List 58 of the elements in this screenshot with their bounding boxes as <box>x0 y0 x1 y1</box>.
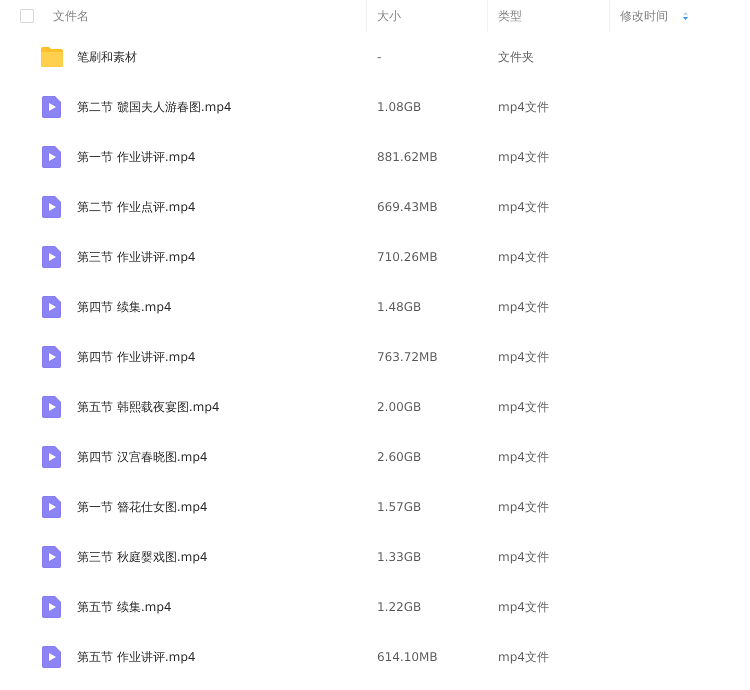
file-name[interactable]: 第四节 汉宫春晓图.mp4 <box>77 448 208 466</box>
column-header[interactable]: 大小 <box>377 8 401 24</box>
file-name[interactable]: 第二节 虢国夫人游春图.mp4 <box>77 98 232 116</box>
file-type: mp4文件 <box>498 298 549 316</box>
video-file-icon <box>40 95 64 119</box>
column-header[interactable]: 修改时间 <box>620 8 668 24</box>
file-name[interactable]: 第五节 韩熙载夜宴图.mp4 <box>77 398 220 416</box>
file-size: 2.60GB <box>377 450 422 464</box>
sort-icon[interactable] <box>682 11 689 21</box>
file-size: 763.72MB <box>377 350 438 364</box>
column-header[interactable]: 文件名 <box>53 8 89 24</box>
video-file-icon <box>40 595 64 619</box>
file-type: mp4文件 <box>498 598 549 616</box>
video-file-icon <box>40 295 64 319</box>
file-name[interactable]: 第五节 续集.mp4 <box>77 598 172 616</box>
select-all-checkbox[interactable] <box>20 9 34 23</box>
file-size: 1.22GB <box>377 600 422 614</box>
file-type: mp4文件 <box>498 248 549 266</box>
file-type: mp4文件 <box>498 348 549 366</box>
folder-icon <box>40 45 64 69</box>
file-name[interactable]: 第三节 秋庭婴戏图.mp4 <box>77 548 208 566</box>
file-size: 1.48GB <box>377 300 422 314</box>
file-size: 881.62MB <box>377 150 438 164</box>
file-type: mp4文件 <box>498 98 549 116</box>
video-file-icon <box>40 395 64 419</box>
file-size: 1.08GB <box>377 100 422 114</box>
file-size: 1.33GB <box>377 550 422 564</box>
video-file-icon <box>40 495 64 519</box>
file-type: 文件夹 <box>498 48 534 66</box>
video-file-icon <box>40 545 64 569</box>
file-type: mp4文件 <box>498 498 549 516</box>
video-file-icon <box>40 645 64 669</box>
file-name[interactable]: 第四节 续集.mp4 <box>77 298 172 316</box>
file-name[interactable]: 第二节 作业点评.mp4 <box>77 198 196 216</box>
file-size: 710.26MB <box>377 250 438 264</box>
file-size: 2.00GB <box>377 400 422 414</box>
file-type: mp4文件 <box>498 448 549 466</box>
file-size: 614.10MB <box>377 650 438 664</box>
file-name[interactable]: 第五节 作业讲评.mp4 <box>77 648 196 666</box>
file-size: - <box>377 50 382 64</box>
file-type: mp4文件 <box>498 648 549 666</box>
video-file-icon <box>40 445 64 469</box>
file-type: mp4文件 <box>498 398 549 416</box>
video-file-icon <box>40 245 64 269</box>
file-size: 669.43MB <box>377 200 438 214</box>
video-file-icon <box>40 195 64 219</box>
file-name[interactable]: 第一节 簪花仕女图.mp4 <box>77 498 208 516</box>
file-name[interactable]: 笔刷和素材 <box>77 48 137 66</box>
file-name[interactable]: 第一节 作业讲评.mp4 <box>77 148 196 166</box>
file-type: mp4文件 <box>498 198 549 216</box>
column-header[interactable]: 类型 <box>498 8 522 24</box>
file-type: mp4文件 <box>498 548 549 566</box>
file-name[interactable]: 第四节 作业讲评.mp4 <box>77 348 196 366</box>
video-file-icon <box>40 345 64 369</box>
file-size: 1.57GB <box>377 500 422 514</box>
video-file-icon <box>40 145 64 169</box>
file-name[interactable]: 第三节 作业讲评.mp4 <box>77 248 196 266</box>
file-type: mp4文件 <box>498 148 549 166</box>
